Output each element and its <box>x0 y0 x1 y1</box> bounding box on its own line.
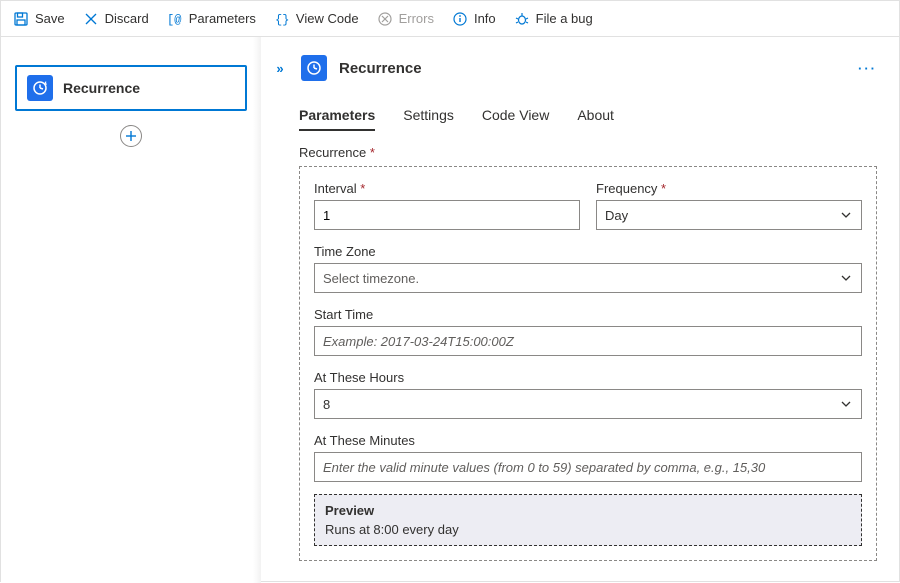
discard-icon <box>83 11 99 27</box>
toolbar: Save Discard [@] Parameters {} View Code… <box>1 1 899 37</box>
parameters-button[interactable]: [@] Parameters <box>167 11 256 27</box>
more-menu-button[interactable]: ··· <box>858 61 877 76</box>
start-time-label: Start Time <box>314 307 862 322</box>
interval-label: Interval <box>314 181 580 196</box>
file-bug-label: File a bug <box>536 11 593 26</box>
recurrence-icon <box>301 55 327 81</box>
parameters-label: Parameters <box>189 11 256 26</box>
save-label: Save <box>35 11 65 26</box>
errors-label: Errors <box>399 11 434 26</box>
canvas-panel: Recurrence <box>1 37 261 583</box>
timezone-placeholder: Select timezone. <box>323 271 419 286</box>
view-code-button[interactable]: {} View Code <box>274 11 359 27</box>
svg-text:[@]: [@] <box>167 13 183 27</box>
parameters-icon: [@] <box>167 11 183 27</box>
section-label-recurrence: Recurrence <box>299 145 877 160</box>
collapse-panel-button[interactable]: » <box>271 61 289 76</box>
trigger-node-recurrence[interactable]: Recurrence <box>15 65 247 111</box>
add-step-button[interactable] <box>120 125 142 147</box>
plus-icon <box>125 130 137 142</box>
chevron-down-icon <box>839 271 853 285</box>
preview-title: Preview <box>325 503 851 518</box>
tab-about[interactable]: About <box>577 107 614 131</box>
timezone-label: Time Zone <box>314 244 862 259</box>
tab-parameters[interactable]: Parameters <box>299 107 375 131</box>
info-label: Info <box>474 11 496 26</box>
recurrence-icon <box>27 75 53 101</box>
timezone-select[interactable]: Select timezone. <box>314 263 862 293</box>
at-hours-select[interactable]: 8 <box>314 389 862 419</box>
preview-box: Preview Runs at 8:00 every day <box>314 494 862 546</box>
panel-title: Recurrence <box>339 60 422 77</box>
chevron-down-icon <box>839 397 853 411</box>
chevron-down-icon <box>839 208 853 222</box>
braces-icon: {} <box>274 11 290 27</box>
save-icon <box>13 11 29 27</box>
save-button[interactable]: Save <box>13 11 65 27</box>
frequency-value: Day <box>605 208 628 223</box>
interval-input[interactable] <box>314 200 580 230</box>
at-minutes-input[interactable] <box>314 452 862 482</box>
trigger-node-title: Recurrence <box>63 80 140 96</box>
svg-text:{}: {} <box>275 13 289 27</box>
at-hours-value: 8 <box>323 397 330 412</box>
file-bug-button[interactable]: File a bug <box>514 11 593 27</box>
tab-settings[interactable]: Settings <box>403 107 454 131</box>
at-hours-label: At These Hours <box>314 370 862 385</box>
at-minutes-label: At These Minutes <box>314 433 862 448</box>
recurrence-field-group: Interval Frequency Day Time Zone Select … <box>299 166 877 561</box>
view-code-label: View Code <box>296 11 359 26</box>
start-time-input[interactable] <box>314 326 862 356</box>
errors-button: Errors <box>377 11 434 27</box>
panel-tabs: Parameters Settings Code View About <box>299 107 877 131</box>
error-icon <box>377 11 393 27</box>
main-area: Recurrence » Recurrence ··· Parameters S… <box>1 37 899 583</box>
discard-label: Discard <box>105 11 149 26</box>
info-icon <box>452 11 468 27</box>
tab-code-view[interactable]: Code View <box>482 107 549 131</box>
frequency-select[interactable]: Day <box>596 200 862 230</box>
preview-text: Runs at 8:00 every day <box>325 522 851 537</box>
details-panel: » Recurrence ··· Parameters Settings Cod… <box>261 37 899 583</box>
bug-icon <box>514 11 530 27</box>
info-button[interactable]: Info <box>452 11 496 27</box>
discard-button[interactable]: Discard <box>83 11 149 27</box>
frequency-label: Frequency <box>596 181 862 196</box>
